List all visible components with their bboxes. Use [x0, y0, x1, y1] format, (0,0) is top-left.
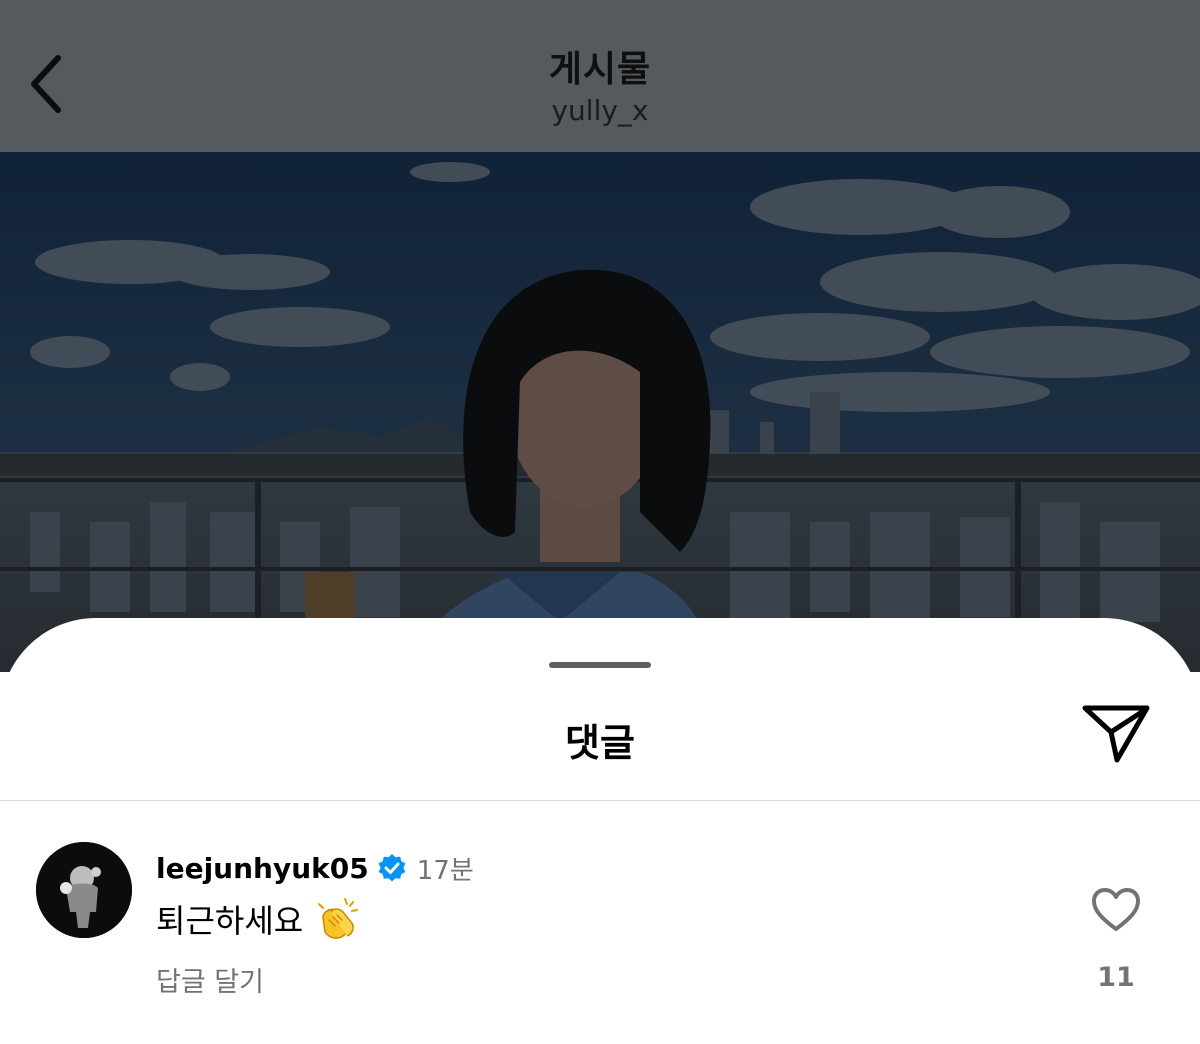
reply-button[interactable]: 답글 달기 [156, 960, 264, 999]
post-author-username[interactable]: yully_x [0, 94, 1200, 127]
comment-time: 17분 [416, 855, 474, 886]
verified-badge-icon [377, 853, 407, 883]
sheet-grabber[interactable] [549, 662, 651, 668]
avatar-image [36, 842, 132, 938]
clapping-hands-icon [315, 896, 361, 942]
heart-outline-icon [1092, 888, 1140, 931]
paper-plane-icon [1082, 705, 1150, 763]
dim-overlay[interactable] [0, 152, 1200, 672]
sheet-divider [0, 800, 1200, 801]
like-count: 11 [1097, 962, 1135, 993]
comments-title: 댓글 [565, 721, 635, 765]
comment-username[interactable]: leejunhyuk05 [156, 852, 369, 885]
comment-body: 퇴근하세요 [156, 894, 361, 944]
comment-header: leejunhyuk05 17분 [156, 848, 474, 888]
comment-text: 퇴근하세요 [156, 902, 304, 940]
post-photo[interactable] [0, 152, 1200, 672]
page-title: 게시물 [548, 49, 652, 90]
post-header: 게시물 yully_x [0, 0, 1200, 152]
share-button[interactable] [1078, 700, 1154, 766]
avatar[interactable] [36, 842, 132, 938]
like-button[interactable] [1090, 886, 1142, 934]
